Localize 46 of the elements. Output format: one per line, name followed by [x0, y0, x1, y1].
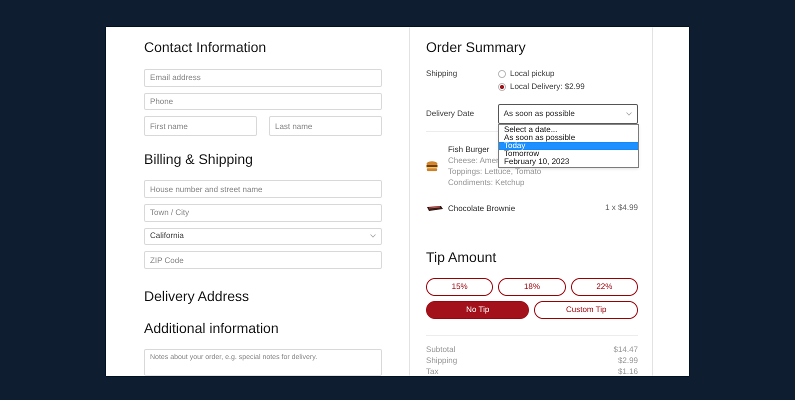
total-value: $14.47 [614, 344, 638, 356]
dropdown-option[interactable]: February 10, 2023 [499, 158, 638, 166]
total-value: $1.16 [618, 366, 638, 376]
item-detail: Condiments: Ketchup [448, 177, 524, 188]
total-label: Subtotal [426, 344, 456, 356]
tip-button[interactable]: No Tip [426, 301, 530, 319]
input-field[interactable]: Email address [144, 69, 382, 87]
dropdown-option[interactable]: Tomorrow [499, 150, 638, 158]
delivery-date-select[interactable]: As soon as possible [498, 104, 638, 124]
item-detail: Toppings: Lettuce, Tomato [448, 166, 542, 177]
chevron-down-icon [370, 234, 376, 238]
total-label: Tax [426, 366, 438, 376]
input-field[interactable]: Phone [144, 92, 382, 110]
chevron-down-icon [626, 112, 632, 116]
section-heading: Order Summary [426, 38, 527, 56]
section-heading: Billing & Shipping [144, 150, 254, 168]
tip-button[interactable]: Custom Tip [534, 301, 638, 319]
radio-button[interactable] [498, 82, 506, 90]
total-value: $2.99 [618, 354, 638, 366]
radio-button[interactable] [498, 70, 506, 78]
input-field[interactable]: House number and street name [144, 180, 382, 198]
section-heading: Contact Information [144, 38, 268, 56]
section-heading: Additional information [144, 318, 280, 337]
tip-button[interactable]: 15% [426, 278, 494, 296]
input-field[interactable]: Last name [269, 116, 382, 136]
field-label: Delivery Date [426, 108, 476, 120]
input-field[interactable]: ZIP Code [144, 251, 382, 269]
brownie-drawing [426, 204, 444, 212]
radio-option[interactable]: Local pickup [498, 67, 585, 80]
dropdown-option[interactable]: As soon as possible [499, 134, 638, 142]
item-price: 1 x $4.99 [605, 202, 638, 214]
field-label: Shipping [426, 68, 458, 80]
section-heading: Delivery Address [144, 286, 250, 305]
burger-drawing [426, 160, 438, 172]
radio-option[interactable]: Local Delivery: $2.99 [498, 80, 585, 93]
item-name: Fish Burger [448, 144, 490, 155]
item-name: Chocolate Brownie [448, 202, 516, 214]
dropdown-option[interactable]: Select a date... [499, 126, 638, 134]
state-select[interactable]: California [144, 228, 382, 246]
tip-button[interactable]: 18% [498, 278, 566, 296]
input-field[interactable]: Town / City [144, 204, 382, 222]
item-detail: Cheese: Amer [448, 155, 499, 166]
total-label: Shipping [426, 354, 458, 366]
section-heading: Tip Amount [426, 248, 498, 266]
tip-button[interactable]: 22% [570, 278, 638, 296]
input-field[interactable]: First name [144, 116, 257, 136]
